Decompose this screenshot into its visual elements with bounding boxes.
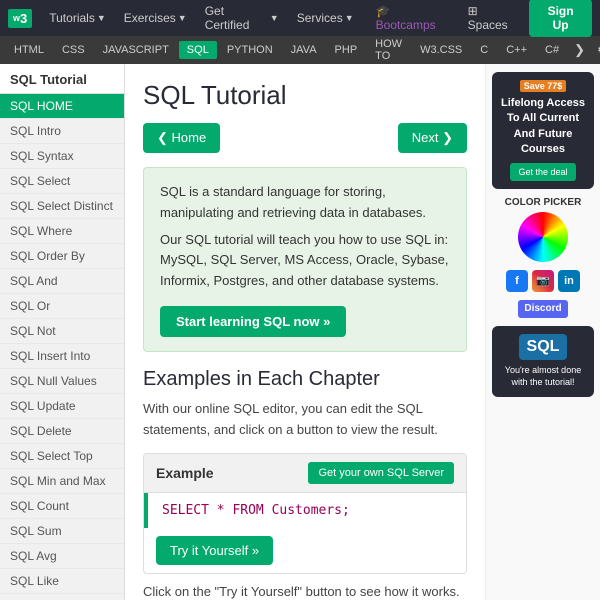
example-box: Example Get your own SQL Server SELECT *… — [143, 453, 467, 574]
sidebar: SQL Tutorial SQL HOME SQL Intro SQL Synt… — [0, 64, 125, 600]
example-label: Example — [156, 465, 214, 481]
w3-logo[interactable]: w3 — [8, 9, 32, 28]
next-button[interactable]: Next ❯ — [398, 123, 467, 153]
bootcamps-link[interactable]: 🎓 Bootcamps — [369, 0, 457, 36]
intro-text-1: SQL is a standard language for storing, … — [160, 182, 450, 224]
sidebar-item-delete[interactable]: SQL Delete — [0, 419, 124, 444]
start-learning-button[interactable]: Start learning SQL now » — [160, 306, 346, 337]
sidebar-item-update[interactable]: SQL Update — [0, 394, 124, 419]
lang-html[interactable]: HTML — [6, 41, 52, 59]
color-wheel-icon[interactable] — [518, 212, 568, 262]
sql-badge: SQL — [519, 334, 568, 360]
code-text: SELECT * FROM Customers; — [162, 503, 350, 518]
sidebar-item-select[interactable]: SQL Select — [0, 169, 124, 194]
nav-buttons: ❮ Home Next ❯ — [143, 123, 467, 153]
color-picker-box: COLOR PICKER — [492, 197, 594, 262]
sidebar-item-or[interactable]: SQL Or — [0, 294, 124, 319]
social-row: f 📷 in — [492, 270, 594, 292]
sidebar-item-syntax[interactable]: SQL Syntax — [0, 144, 124, 169]
color-picker-label: COLOR PICKER — [492, 197, 594, 208]
lang-php[interactable]: PHP — [327, 41, 366, 59]
sidebar-item-home[interactable]: SQL HOME — [0, 94, 124, 119]
lang-settings-icon[interactable]: ⚙ — [592, 39, 600, 61]
sql-promo-box: SQL You're almost done with the tutorial… — [492, 326, 594, 397]
discord-icon[interactable]: Discord — [518, 300, 568, 318]
facebook-icon[interactable]: f — [506, 270, 528, 292]
signup-button[interactable]: Sign Up — [529, 0, 592, 37]
sidebar-item-min-max[interactable]: SQL Min and Max — [0, 469, 124, 494]
save-badge: Save 77$ — [520, 80, 567, 92]
sql-server-button[interactable]: Get your own SQL Server — [308, 462, 454, 484]
intro-box: SQL is a standard language for storing, … — [143, 167, 467, 352]
example-header: Example Get your own SQL Server — [144, 454, 466, 493]
lang-css[interactable]: CSS — [54, 41, 93, 59]
ad-title: Lifelong Access To All Current And Futur… — [499, 96, 587, 158]
lang-c[interactable]: C — [472, 41, 496, 59]
linkedin-icon[interactable]: in — [558, 270, 580, 292]
ad-box: Save 77$ Lifelong Access To All Current … — [492, 72, 594, 189]
sidebar-item-select-top[interactable]: SQL Select Top — [0, 444, 124, 469]
instagram-icon[interactable]: 📷 — [532, 270, 554, 292]
lang-python[interactable]: PYTHON — [219, 41, 281, 59]
code-block: SELECT * FROM Customers; — [144, 493, 466, 528]
lang-howto[interactable]: HOW TO — [367, 36, 410, 64]
sidebar-item-avg[interactable]: SQL Avg — [0, 544, 124, 569]
right-panel: Save 77$ Lifelong Access To All Current … — [485, 64, 600, 600]
spaces-link[interactable]: ⊞ Spaces — [461, 0, 526, 36]
lang-csharp[interactable]: C# — [537, 41, 567, 59]
sidebar-item-count[interactable]: SQL Count — [0, 494, 124, 519]
page-title: SQL Tutorial — [143, 80, 467, 111]
lang-more[interactable]: ❯ — [569, 39, 590, 61]
lang-sql[interactable]: SQL — [179, 41, 217, 59]
sidebar-item-intro[interactable]: SQL Intro — [0, 119, 124, 144]
nav-services[interactable]: Services▼ — [290, 7, 361, 29]
click-hint-text: Click on the "Try it Yourself" button to… — [143, 584, 467, 599]
sidebar-item-insert-into[interactable]: SQL Insert Into — [0, 344, 124, 369]
home-button[interactable]: ❮ Home — [143, 123, 220, 153]
lang-cpp[interactable]: C++ — [498, 41, 535, 59]
sql-promo-text: You're almost done with the tutorial! — [498, 364, 588, 389]
sidebar-item-order-by[interactable]: SQL Order By — [0, 244, 124, 269]
sidebar-item-where[interactable]: SQL Where — [0, 219, 124, 244]
sidebar-item-not[interactable]: SQL Not — [0, 319, 124, 344]
sidebar-item-wildcards[interactable]: SQL Wildcards — [0, 594, 124, 600]
lang-javascript[interactable]: JAVASCRIPT — [95, 41, 177, 59]
top-nav: w3 Tutorials▼ Exercises▼ Get Certified▼ … — [0, 0, 600, 36]
sidebar-item-null-values[interactable]: SQL Null Values — [0, 369, 124, 394]
try-it-button[interactable]: Try it Yourself » — [156, 536, 273, 565]
nav-exercises[interactable]: Exercises▼ — [117, 7, 194, 29]
sidebar-item-and[interactable]: SQL And — [0, 269, 124, 294]
main-content: SQL Tutorial ❮ Home Next ❯ SQL is a stan… — [125, 64, 485, 600]
lang-w3css[interactable]: W3.CSS — [412, 41, 470, 59]
sidebar-item-like[interactable]: SQL Like — [0, 569, 124, 594]
nav-tutorials[interactable]: Tutorials▼ — [42, 7, 113, 29]
lang-java[interactable]: JAVA — [283, 41, 325, 59]
main-layout: SQL Tutorial SQL HOME SQL Intro SQL Synt… — [0, 64, 600, 600]
intro-text-2: Our SQL tutorial will teach you how to u… — [160, 230, 450, 292]
language-bar: HTML CSS JAVASCRIPT SQL PYTHON JAVA PHP … — [0, 36, 600, 64]
nav-certified[interactable]: Get Certified▼ — [198, 0, 286, 36]
sidebar-item-select-distinct[interactable]: SQL Select Distinct — [0, 194, 124, 219]
examples-section-title: Examples in Each Chapter — [143, 368, 467, 391]
deal-button[interactable]: Get the deal — [510, 163, 575, 181]
sidebar-title: SQL Tutorial — [0, 64, 124, 94]
sidebar-item-sum[interactable]: SQL Sum — [0, 519, 124, 544]
examples-section-text: With our online SQL editor, you can edit… — [143, 399, 467, 441]
